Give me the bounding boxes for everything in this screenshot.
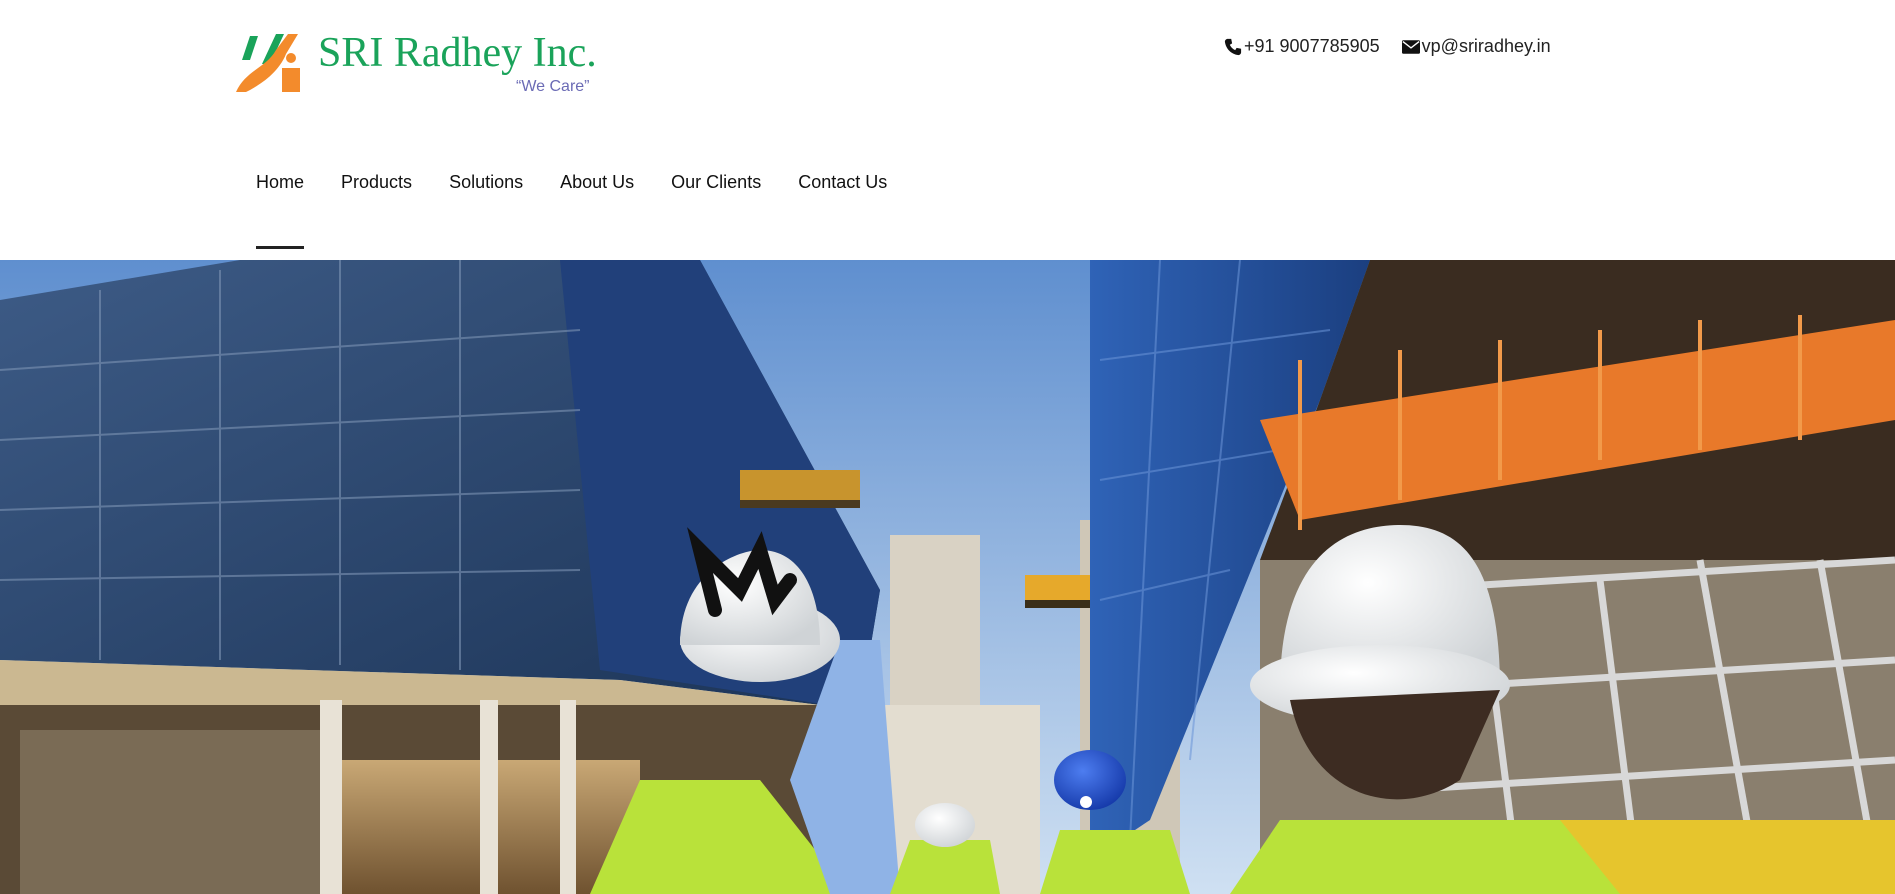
brand-tagline: “We Care” — [516, 78, 590, 95]
hero-banner — [0, 260, 1895, 894]
brand-name: SRI Radhey Inc. — [318, 30, 597, 76]
nav-about-us[interactable]: About Us — [560, 172, 634, 249]
email-contact[interactable]: vp@sriradhey.in — [1401, 36, 1551, 57]
phone-number: +91 9007785905 — [1244, 36, 1380, 56]
nav-our-clients[interactable]: Our Clients — [671, 172, 761, 249]
site-header: SRI Radhey Inc. “We Care” +91 9007785905… — [0, 0, 1895, 260]
logo-mark-icon — [236, 34, 300, 92]
envelope-icon — [1401, 39, 1420, 54]
nav-home[interactable]: Home — [256, 172, 305, 249]
site-logo[interactable]: SRI Radhey Inc. “We Care” — [236, 30, 597, 100]
contact-info: +91 9007785905 vp@sriradhey.in — [1224, 36, 1551, 57]
nav-products[interactable]: Products — [341, 172, 412, 249]
nav-solutions[interactable]: Solutions — [449, 172, 523, 249]
nav-contact-us[interactable]: Contact Us — [798, 172, 887, 249]
phone-icon — [1224, 38, 1242, 55]
phone-contact[interactable]: +91 9007785905 — [1224, 36, 1380, 57]
hero-construction-image — [0, 260, 1895, 894]
main-nav: Home Products Solutions About Us Our Cli… — [256, 172, 924, 249]
email-address: vp@sriradhey.in — [1421, 36, 1551, 56]
